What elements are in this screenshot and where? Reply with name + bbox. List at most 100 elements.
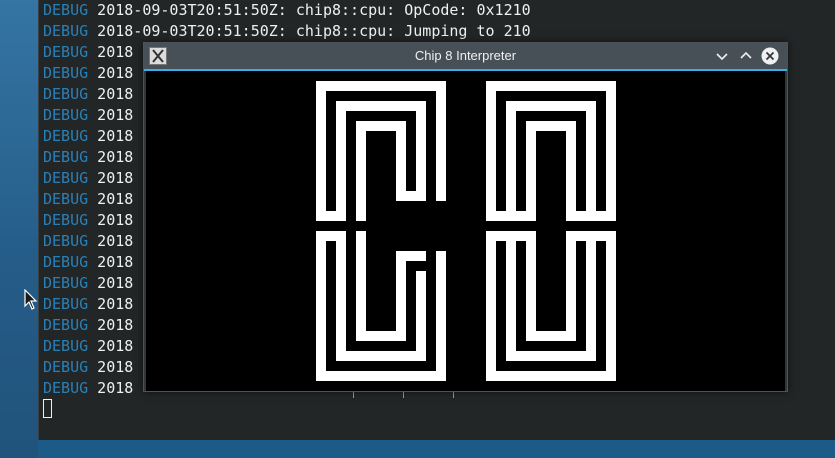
chevron-down-icon (716, 53, 728, 61)
log-line: DEBUG 2018 (43, 294, 133, 315)
desktop: DEBUG 2018-09-03T20:51:50Z: chip8::cpu: … (0, 0, 835, 458)
screen-pixel-block (486, 211, 536, 221)
log-message: 2018 (88, 85, 134, 103)
log-message: 2018-09-03T20:51:50Z: chip8::cpu: OpCode… (88, 1, 531, 19)
screen-pixel-block (436, 81, 446, 201)
log-message: 2018 (88, 190, 134, 208)
log-level: DEBUG (43, 148, 89, 166)
log-line: DEBUG 2018 (43, 378, 133, 399)
screen-pixel-block (586, 231, 596, 361)
log-line: DEBUG 2018 (43, 231, 133, 252)
log-line: DEBUG 2018 (43, 84, 133, 105)
log-line: DEBUG 2018 (43, 126, 133, 147)
screen-pixel-block (506, 101, 596, 111)
log-line: DEBUG 2018 (43, 147, 133, 168)
screen-pixel-block (606, 231, 616, 381)
log-level: DEBUG (43, 85, 89, 103)
log-line: DEBUG 2018 (43, 105, 133, 126)
screen-pixel-block (506, 101, 516, 221)
log-line: DEBUG 2018 (43, 189, 133, 210)
tick-mark (353, 392, 354, 398)
screen-pixel-block (506, 351, 596, 361)
log-message: 2018 (88, 148, 134, 166)
log-level: DEBUG (43, 253, 89, 271)
log-line: DEBUG 2018 (43, 63, 133, 84)
screen-pixel-block (356, 231, 366, 341)
chip8-display[interactable] (146, 71, 785, 391)
screen-pixel-block (526, 231, 536, 341)
screen-pixel-block (486, 231, 496, 381)
screen-pixel-block (316, 81, 446, 91)
log-level: DEBUG (43, 211, 89, 229)
screen-pixel-block (486, 371, 616, 381)
log-message: 2018 (88, 127, 134, 145)
log-message: 2018 (88, 211, 134, 229)
log-level: DEBUG (43, 337, 89, 355)
window-title: Chip 8 Interpreter (414, 48, 517, 63)
screen-pixel-block (586, 101, 596, 221)
minimize-button[interactable] (713, 47, 731, 65)
screen-pixel-block (486, 81, 496, 221)
log-line: DEBUG 2018-09-03T20:51:50Z: chip8::cpu: … (43, 0, 531, 21)
log-message: 2018 (88, 316, 134, 334)
screen-pixel-block (526, 331, 576, 341)
log-level: DEBUG (43, 169, 89, 187)
log-level: DEBUG (43, 106, 89, 124)
screen-pixel-block (316, 371, 446, 381)
log-line: DEBUG 2018 (43, 252, 133, 273)
log-message: 2018 (88, 106, 134, 124)
desktop-panel-strip (38, 440, 835, 458)
screen-pixel-block (336, 101, 346, 221)
screen-pixel-block (316, 231, 326, 381)
screen-pixel-block (316, 211, 346, 221)
log-line: DEBUG 2018-09-03T20:51:50Z: chip8::cpu: … (43, 21, 531, 42)
chip8-screen-pixels (316, 81, 616, 381)
screen-pixel-block (336, 351, 426, 361)
screen-pixel-block (396, 121, 406, 191)
screen-pixel-block (316, 81, 326, 221)
log-level: DEBUG (43, 190, 89, 208)
log-line: DEBUG 2018 (43, 315, 133, 336)
screen-pixel-block (416, 271, 426, 361)
log-message: 2018 (88, 379, 134, 397)
screen-pixel-block (396, 191, 426, 201)
log-level: DEBUG (43, 358, 89, 376)
screen-pixel-block (486, 81, 616, 91)
emulator-window[interactable]: Chip 8 Interpreter (143, 42, 788, 392)
log-message: 2018 (88, 43, 134, 61)
window-titlebar[interactable]: Chip 8 Interpreter (144, 43, 787, 71)
log-message: 2018 (88, 358, 134, 376)
log-line: DEBUG 2018 (43, 168, 133, 189)
log-message: 2018 (88, 64, 134, 82)
terminal-cursor (43, 399, 52, 418)
screen-pixel-block (606, 81, 616, 221)
log-level: DEBUG (43, 274, 89, 292)
desktop-background (0, 0, 38, 458)
screen-pixel-block (506, 231, 516, 361)
log-line: DEBUG 2018 (43, 273, 133, 294)
log-message: 2018-09-03T20:51:50Z: chip8::cpu: Jumpin… (88, 22, 531, 40)
close-button[interactable] (761, 47, 779, 65)
log-level: DEBUG (43, 295, 89, 313)
screen-pixel-block (356, 121, 366, 221)
log-level: DEBUG (43, 232, 89, 250)
log-message: 2018 (88, 274, 134, 292)
log-line: DEBUG 2018 (43, 336, 133, 357)
log-message: 2018 (88, 253, 134, 271)
screen-pixel-block (396, 251, 406, 341)
screen-pixel-block (436, 251, 446, 381)
log-line: DEBUG 2018 (43, 42, 133, 63)
chevron-up-icon (740, 51, 752, 59)
log-level: DEBUG (43, 127, 89, 145)
screen-pixel-block (416, 101, 426, 191)
log-line: DEBUG 2018 (43, 357, 133, 378)
log-message: 2018 (88, 337, 134, 355)
tick-mark (403, 392, 404, 398)
screen-pixel-block (526, 121, 536, 221)
screen-pixel-block (566, 231, 576, 341)
tick-mark (453, 392, 454, 398)
maximize-button[interactable] (737, 47, 755, 65)
screen-pixel-block (566, 211, 616, 221)
log-line: DEBUG 2018 (43, 210, 133, 231)
log-level: DEBUG (43, 316, 89, 334)
